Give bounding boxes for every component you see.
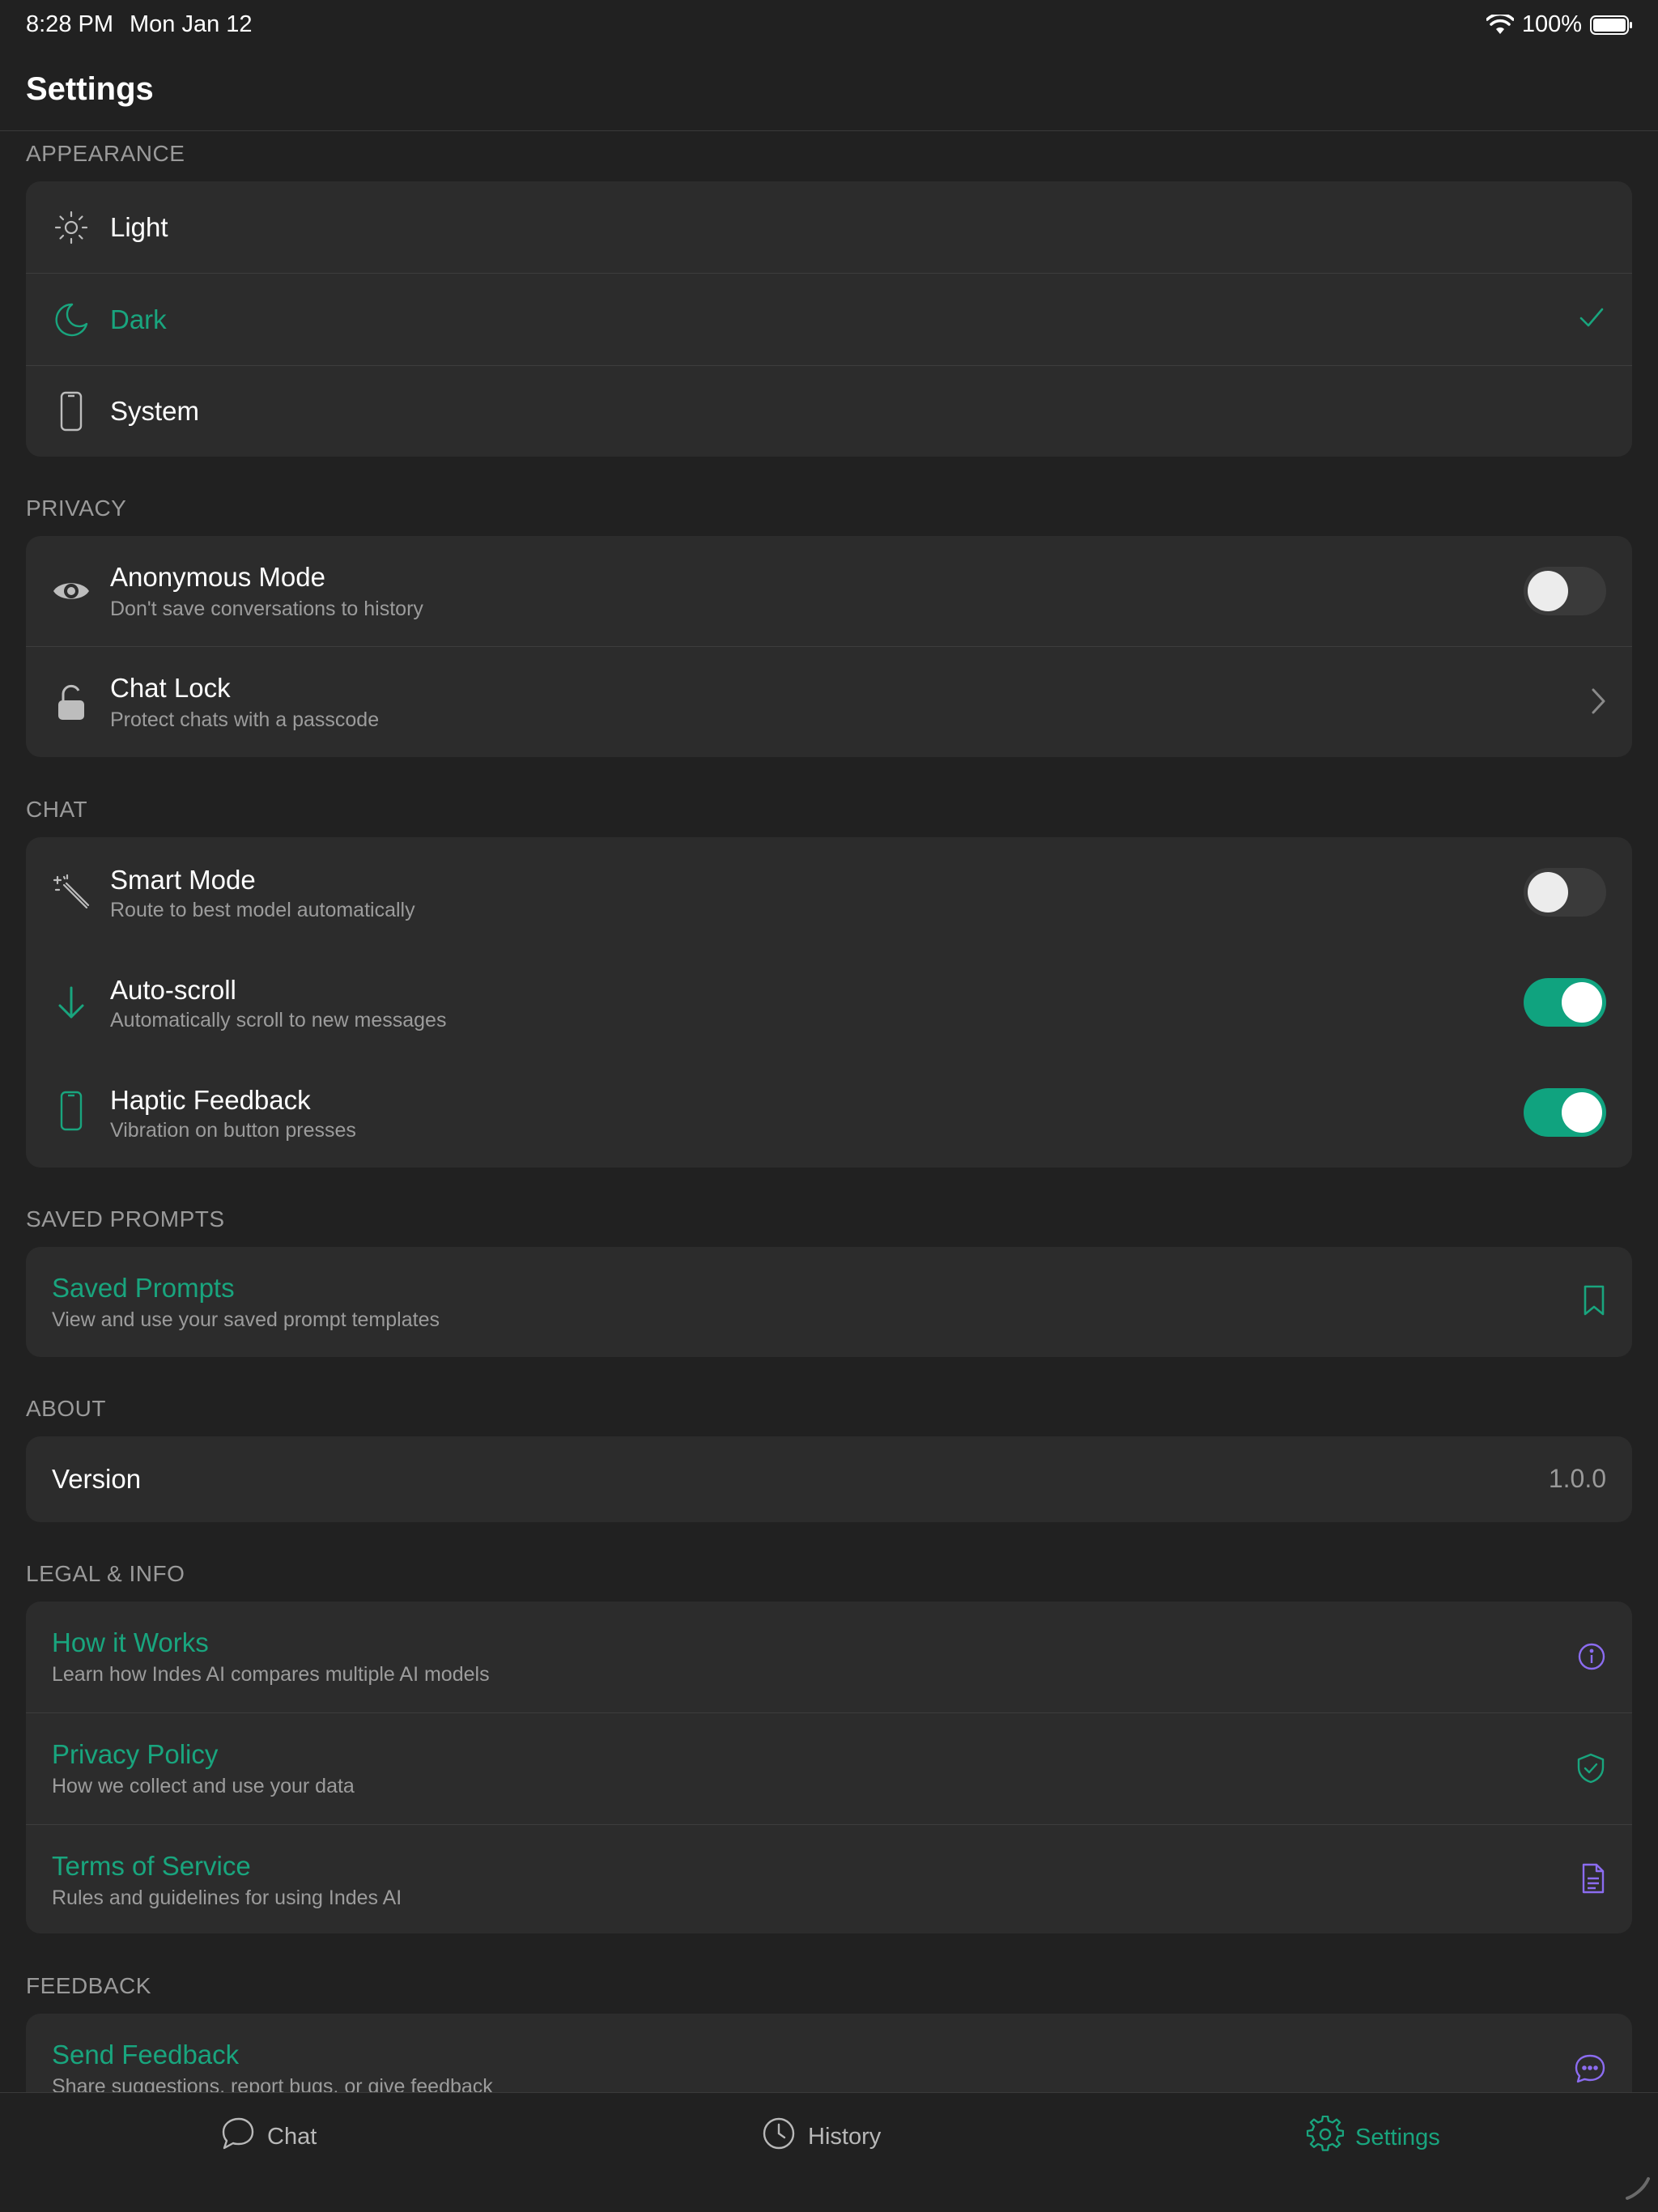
haptic-feedback-row: Haptic Feedback Vibration on button pres… <box>26 1057 1632 1168</box>
privacy-policy-desc: How we collect and use your data <box>52 1775 355 1797</box>
resize-grip-icon <box>1624 2174 1652 2206</box>
tab-bar: Chat History Settings <box>0 2092 1658 2212</box>
page-title: Settings <box>26 71 154 107</box>
auto-scroll-desc: Automatically scroll to new messages <box>110 1009 447 1032</box>
version-value: 1.0.0 <box>1548 1464 1606 1493</box>
tab-chat[interactable]: Chat <box>220 2116 317 2158</box>
anonymous-mode-row: Anonymous Mode Don't save conversations … <box>26 536 1632 647</box>
legal-card: How it Works Learn how Indes AI compares… <box>26 1602 1632 1933</box>
battery-icon <box>1590 15 1634 36</box>
appearance-option-system[interactable]: System <box>26 366 1632 457</box>
how-it-works-desc: Learn how Indes AI compares multiple AI … <box>52 1663 490 1686</box>
saved-prompts-row[interactable]: Saved Prompts View and use your saved pr… <box>26 1247 1632 1357</box>
sun-icon <box>52 208 91 247</box>
chat-card: Smart Mode Route to best model automatic… <box>26 837 1632 1168</box>
battery-percent: 100% <box>1521 11 1582 37</box>
document-icon <box>1580 1862 1606 1895</box>
chat-bubble-icon <box>1574 2052 1606 2085</box>
terms-of-service-label: Terms of Service <box>52 1851 251 1881</box>
section-header-chat: CHAT <box>26 797 88 822</box>
auto-scroll-toggle[interactable] <box>1524 978 1606 1027</box>
send-feedback-desc: Share suggestions, report bugs, or give … <box>52 2075 493 2092</box>
saved-prompts-card: Saved Prompts View and use your saved pr… <box>26 1247 1632 1357</box>
gear-icon <box>1306 2115 1345 2159</box>
section-header-saved-prompts: SAVED PROMPTS <box>26 1206 225 1231</box>
send-feedback-row[interactable]: Send Feedback Share suggestions, report … <box>26 2014 1632 2092</box>
smart-mode-toggle[interactable] <box>1524 868 1606 917</box>
saved-prompts-label: Saved Prompts <box>52 1273 235 1303</box>
send-feedback-label: Send Feedback <box>52 2040 240 2069</box>
terms-of-service-desc: Rules and guidelines for using Indes AI <box>52 1887 402 1909</box>
moon-icon <box>52 300 91 339</box>
appearance-label-light: Light <box>110 212 168 242</box>
anonymous-mode-toggle[interactable] <box>1524 567 1606 615</box>
wifi-icon <box>1486 14 1514 36</box>
haptic-feedback-label: Haptic Feedback <box>110 1085 311 1115</box>
info-icon <box>1577 1642 1606 1671</box>
version-label: Version <box>52 1464 142 1494</box>
nav-bar: Settings <box>0 52 1658 131</box>
section-header-about: ABOUT <box>26 1396 106 1421</box>
smart-mode-desc: Route to best model automatically <box>110 899 415 921</box>
privacy-policy-label: Privacy Policy <box>52 1739 219 1769</box>
saved-prompts-desc: View and use your saved prompt templates <box>52 1308 440 1331</box>
tab-history[interactable]: History <box>761 2116 881 2158</box>
haptic-feedback-toggle[interactable] <box>1524 1088 1606 1137</box>
smart-mode-label: Smart Mode <box>110 865 256 895</box>
status-date: Mon Jan 12 <box>130 11 253 37</box>
tab-chat-label: Chat <box>267 2123 317 2150</box>
chat-lock-row[interactable]: Chat Lock Protect chats with a passcode <box>26 647 1632 757</box>
privacy-card: Anonymous Mode Don't save conversations … <box>26 536 1632 757</box>
clock-icon <box>761 2116 797 2158</box>
auto-scroll-row: Auto-scroll Automatically scroll to new … <box>26 947 1632 1057</box>
status-time: 8:28 PM <box>26 11 113 37</box>
section-header-feedback: FEEDBACK <box>26 1973 151 1998</box>
appearance-label-system: System <box>110 396 200 426</box>
bookmark-icon <box>1582 1284 1606 1317</box>
chevron-right-icon <box>1590 687 1606 715</box>
how-it-works-label: How it Works <box>52 1627 209 1657</box>
feedback-card: Send Feedback Share suggestions, report … <box>26 2014 1632 2092</box>
anonymous-mode-desc: Don't save conversations to history <box>110 598 423 620</box>
auto-scroll-label: Auto-scroll <box>110 975 236 1005</box>
appearance-option-dark[interactable]: Dark <box>26 274 1632 366</box>
appearance-option-light[interactable]: Light <box>26 181 1632 274</box>
status-right: 100% <box>1486 11 1634 38</box>
version-row: Version 1.0.0 <box>26 1436 1632 1522</box>
tab-history-label: History <box>808 2123 882 2150</box>
phone-vibrate-icon <box>52 1091 91 1131</box>
chat-lock-label: Chat Lock <box>110 673 231 703</box>
status-bar: 8:28 PM Mon Jan 12 100% <box>0 0 1658 52</box>
phone-icon <box>52 391 91 432</box>
settings-scroll[interactable]: APPEARANCE Light Dark System PRIVACY Ano… <box>0 131 1658 2092</box>
section-header-privacy: PRIVACY <box>26 496 127 521</box>
haptic-feedback-desc: Vibration on button presses <box>110 1119 356 1142</box>
anonymous-mode-label: Anonymous Mode <box>110 562 325 592</box>
privacy-policy-row[interactable]: Privacy Policy How we collect and use yo… <box>26 1713 1632 1825</box>
checkmark-icon <box>1577 303 1606 332</box>
shield-check-icon <box>1575 1752 1606 1784</box>
how-it-works-row[interactable]: How it Works Learn how Indes AI compares… <box>26 1602 1632 1713</box>
about-card: Version 1.0.0 <box>26 1436 1632 1522</box>
section-header-appearance: APPEARANCE <box>26 141 185 166</box>
smart-mode-row: Smart Mode Route to best model automatic… <box>26 837 1632 947</box>
eye-icon <box>52 572 91 610</box>
tab-settings[interactable]: Settings <box>1306 2115 1440 2159</box>
lock-icon <box>52 683 91 721</box>
section-header-legal: LEGAL & INFO <box>26 1561 185 1586</box>
appearance-label-dark: Dark <box>110 304 167 334</box>
chat-lock-desc: Protect chats with a passcode <box>110 708 380 731</box>
chat-icon <box>220 2116 256 2158</box>
terms-of-service-row[interactable]: Terms of Service Rules and guidelines fo… <box>26 1825 1632 1933</box>
arrow-down-icon <box>52 983 91 1022</box>
magic-wand-icon <box>52 873 91 912</box>
appearance-card: Light Dark System <box>26 181 1632 457</box>
tab-settings-label: Settings <box>1355 2124 1440 2150</box>
